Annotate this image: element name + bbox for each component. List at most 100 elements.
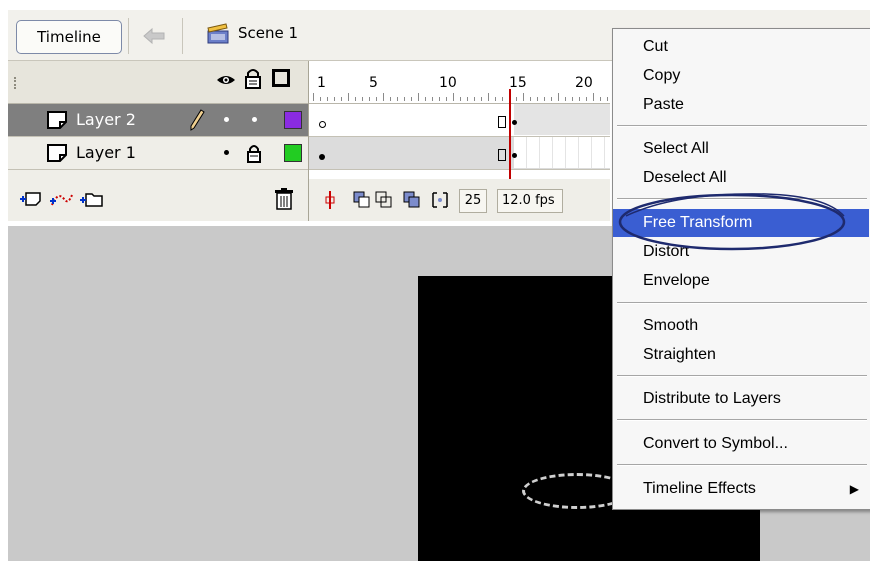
menu-item-straighten[interactable]: Straighten: [613, 341, 869, 369]
ruler-tick: [383, 93, 384, 101]
ruler-tick: [460, 97, 461, 101]
ruler-tick: [404, 97, 405, 101]
ruler-number: 20: [575, 75, 593, 91]
lock-all-icon[interactable]: [244, 67, 262, 89]
ruler-tick: [481, 97, 482, 101]
keyframe[interactable]: [319, 154, 325, 160]
menu-separator: [617, 464, 867, 466]
ruler-number: 1: [317, 75, 326, 91]
ruler-tick: [376, 97, 377, 101]
ruler-tick: [495, 97, 496, 101]
lock-icon[interactable]: [246, 143, 262, 163]
back-arrow-icon[interactable]: [136, 23, 172, 49]
empty-keyframe[interactable]: [319, 121, 326, 128]
ruler-tick: [516, 97, 517, 101]
ruler-tick: [523, 93, 524, 101]
ruler-tick: [397, 97, 398, 101]
menu-separator: [617, 125, 867, 127]
frames-row-layer-2[interactable]: [309, 104, 610, 137]
modify-onion-markers-icon[interactable]: [431, 191, 449, 209]
timeline-status-bar: 25 12.0 fps: [309, 179, 610, 221]
ruler-tick: [586, 97, 587, 101]
layer-controls: [8, 179, 308, 221]
outline-all-icon[interactable]: [272, 69, 290, 87]
ruler-tick: [439, 97, 440, 101]
menu-item-distribute-to-layers[interactable]: Distribute to Layers: [613, 385, 869, 413]
ruler-tick: [579, 97, 580, 101]
ruler-tick: [334, 97, 335, 101]
frame-end-marker[interactable]: [498, 116, 506, 128]
edit-multiple-frames-icon[interactable]: [403, 191, 421, 209]
layer-row-layer-1[interactable]: Layer 1: [8, 137, 308, 170]
ruler-tick: [432, 97, 433, 101]
insert-layer-folder-icon[interactable]: [78, 189, 106, 209]
menu-item-timeline-effects[interactable]: Timeline Effects ▶: [613, 475, 869, 503]
ruler-tick: [327, 97, 328, 101]
center-frame-icon[interactable]: [323, 189, 337, 211]
menu-item-select-all[interactable]: Select All: [613, 135, 869, 163]
menu-item-convert-to-symbol[interactable]: Convert to Symbol...: [613, 430, 869, 458]
ruler-tick: [446, 97, 447, 101]
pencil-icon: [190, 109, 205, 131]
scene-label[interactable]: Scene 1: [238, 24, 298, 42]
scene-clapperboard-icon: [207, 23, 229, 44]
frame-end-marker[interactable]: [498, 149, 506, 161]
ruler-tick: [558, 93, 559, 101]
current-frame-field[interactable]: 25: [459, 189, 487, 213]
ruler-tick: [425, 97, 426, 101]
layer-icon: [47, 111, 67, 129]
lock-dot[interactable]: [252, 117, 257, 122]
layer-name[interactable]: Layer 1: [76, 143, 136, 162]
layer-row-layer-2[interactable]: Layer 2: [8, 104, 308, 137]
panel-grip[interactable]: [14, 77, 22, 89]
menu-separator: [617, 419, 867, 421]
frame-span-empty[interactable]: [514, 104, 610, 135]
delete-layer-trash-icon[interactable]: [274, 187, 294, 211]
visibility-dot[interactable]: [224, 150, 229, 155]
ruler-tick: [411, 97, 412, 101]
layer-color-swatch[interactable]: [284, 144, 302, 162]
menu-item-smooth[interactable]: Smooth: [613, 312, 869, 340]
keyframe[interactable]: [512, 153, 517, 158]
frame-ruler[interactable]: 1 5 10 15 20: [309, 61, 610, 104]
ruler-number: 10: [439, 75, 457, 91]
ruler-tick: [488, 93, 489, 101]
menu-separator: [617, 375, 867, 377]
frame-rate-field[interactable]: 12.0 fps: [497, 189, 563, 213]
insert-layer-icon[interactable]: [18, 189, 44, 209]
frames-panel[interactable]: 1 5 10 15 20 25 12.0 fps: [309, 61, 610, 221]
annotation-circle: [618, 193, 846, 251]
menu-separator: [617, 302, 867, 304]
window-top-edge: [8, 0, 870, 10]
ruler-tick: [369, 97, 370, 101]
ruler-tick: [572, 97, 573, 101]
ruler-tick: [341, 97, 342, 101]
layer-color-swatch[interactable]: [284, 111, 302, 129]
submenu-arrow-icon: ▶: [849, 482, 859, 496]
ruler-tick: [600, 97, 601, 101]
onion-skin-outlines-icon[interactable]: [375, 191, 393, 209]
timeline-button[interactable]: Timeline: [16, 20, 122, 54]
menu-item-paste[interactable]: Paste: [613, 91, 869, 119]
menu-item-label: Timeline Effects: [643, 480, 756, 497]
add-motion-guide-icon[interactable]: [48, 189, 76, 209]
frame-span-empty[interactable]: [514, 137, 610, 168]
menu-item-envelope[interactable]: Envelope: [613, 267, 869, 295]
menu-item-cut[interactable]: Cut: [613, 33, 869, 61]
layers-panel: Layer 2 Layer 1: [8, 61, 309, 221]
ruler-number: 15: [509, 75, 527, 91]
menu-item-copy[interactable]: Copy: [613, 62, 869, 90]
context-menu: Cut Copy Paste Select All Deselect All F…: [612, 28, 870, 510]
layer-name[interactable]: Layer 2: [76, 110, 136, 129]
keyframe[interactable]: [512, 120, 517, 125]
onion-skin-icon[interactable]: [353, 191, 371, 209]
frame-span[interactable]: [309, 104, 514, 135]
ruler-tick: [537, 97, 538, 101]
frames-row-layer-1[interactable]: [309, 137, 610, 170]
ruler-tick: [502, 97, 503, 101]
show-hide-all-eye-icon[interactable]: [216, 71, 236, 89]
toolbar-separator: [182, 18, 183, 54]
ruler-tick: [544, 97, 545, 101]
playhead[interactable]: [509, 89, 511, 179]
visibility-dot[interactable]: [224, 117, 229, 122]
